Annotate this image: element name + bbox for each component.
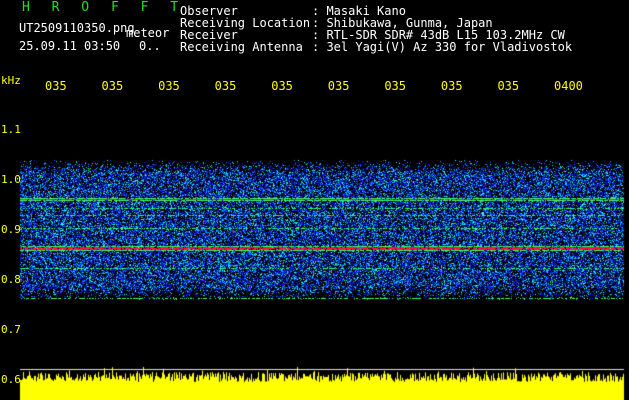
- x-tick-label: 035: [440, 79, 463, 93]
- x-tick-label: 0400: [554, 79, 583, 93]
- y-tick-label: 1.1: [1, 123, 21, 136]
- y-tick-label: 0.6: [1, 373, 21, 386]
- x-tick-label: 035: [214, 79, 237, 93]
- x-tick-label: 035: [271, 79, 293, 93]
- y-axis-unit-label: kHz: [1, 74, 21, 87]
- x-tick-label: 035: [384, 79, 407, 93]
- datetime: 25.09.11 03:50: [19, 39, 121, 53]
- y-tick-label: 1.0: [1, 173, 21, 186]
- info-value-antenna: : 3el Yagi(V) Az 330 for Vladivostok: [312, 40, 573, 54]
- hrofft-spectrogram-screen: H R O F F T UT2509110350.png meteor 25.0…: [0, 0, 629, 400]
- x-tick-label: 035: [101, 79, 124, 93]
- y-tick-label: 0.8: [1, 273, 21, 286]
- x-tick-label: 035: [158, 79, 180, 93]
- x-tick-label: 035: [45, 79, 67, 93]
- x-tick-label: 035: [327, 79, 350, 93]
- y-tick-label: 0.9: [1, 223, 21, 236]
- y-tick-label: 0.7: [1, 323, 21, 336]
- info-key-antenna: Receiving Antenna: [180, 40, 303, 54]
- program-title: H R O F F T: [22, 0, 186, 15]
- x-tick-label: 035: [497, 79, 520, 93]
- meteor-count: 0..: [139, 39, 161, 53]
- spectrogram-canvas: [0, 0, 629, 400]
- file-name: UT2509110350.png: [19, 21, 135, 35]
- file-suffix: meteor: [126, 26, 170, 40]
